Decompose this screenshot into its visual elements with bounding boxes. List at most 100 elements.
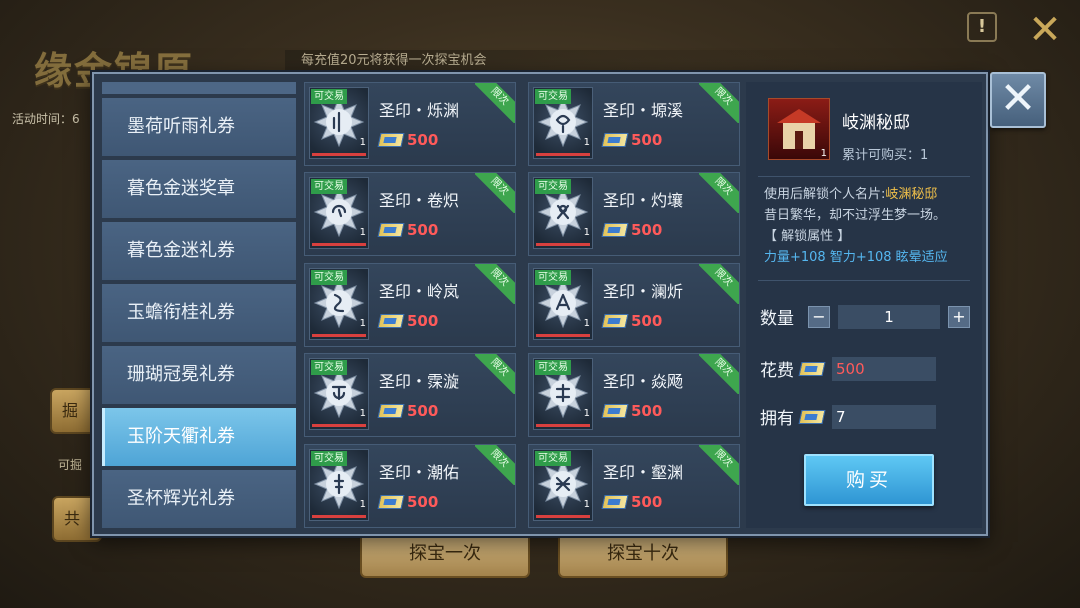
dig-hint: 可掘: [58, 458, 83, 472]
owned-value: 7: [832, 404, 936, 429]
tradable-tag: 可交易: [535, 450, 571, 466]
sidebar-item-0[interactable]: 墨荷听雨礼券: [102, 98, 296, 156]
quantity-value[interactable]: 1: [838, 304, 940, 329]
close-icon[interactable]: ✕: [1022, 10, 1068, 50]
item-price: 500: [377, 311, 439, 330]
price-value: 500: [407, 492, 439, 511]
item-redbar: [536, 243, 590, 247]
item-redbar: [536, 153, 590, 156]
item-name: 圣印・卷炽: [379, 191, 460, 211]
buy-button[interactable]: 购买: [804, 454, 934, 506]
seal-icon: 可交易 1: [533, 448, 593, 521]
limit-tag: 限次: [699, 354, 739, 395]
tradable-tag: 可交易: [311, 89, 347, 104]
limit-tag: 限次: [475, 263, 515, 304]
item-price: 500: [377, 131, 438, 149]
item-price: 500: [377, 402, 438, 420]
ticket-icon: [377, 404, 405, 419]
limit-tag: 限次: [699, 444, 739, 485]
flavor-text: 昔日繁华，却不过浮生梦一场。: [764, 208, 947, 223]
item-card[interactable]: 可交易 1 圣印・灼壤 500 限次: [528, 172, 740, 257]
sidebar-item-1[interactable]: 暮色金迷奖章: [102, 160, 296, 218]
sidebar-item-3[interactable]: 玉蟾衔桂礼券: [102, 284, 296, 342]
divider: [758, 176, 970, 177]
tradable-tag: 可交易: [311, 360, 347, 376]
item-card[interactable]: 可交易 1 圣印・烁渊 500 限次: [304, 82, 516, 166]
quantity-label: 数量: [760, 309, 794, 329]
desc-highlight: 岐渊秘邸: [885, 187, 938, 202]
price-value: 500: [631, 492, 663, 511]
limit-tag: 限次: [475, 354, 515, 395]
seal-icon: 可交易 1: [309, 87, 369, 159]
item-quantity: 1: [359, 498, 366, 510]
item-name: 圣印・烁渊: [379, 101, 460, 120]
ticket-icon: [798, 361, 826, 376]
explore-once-button[interactable]: 探宝一次: [360, 530, 530, 578]
item-card[interactable]: 可交易 1 圣印・澜炘 500 限次: [528, 262, 740, 347]
item-quantity: 1: [583, 408, 590, 420]
price-value: 500: [631, 221, 663, 240]
seal-icon: 可交易 1: [309, 448, 369, 521]
owned-label: 拥有: [760, 409, 794, 429]
ticket-icon: [377, 313, 405, 328]
attr-title: 【 解锁属性 】: [764, 229, 851, 244]
item-redbar: [536, 424, 590, 428]
item-quantity: 1: [359, 227, 366, 239]
sidebar-scroll-sliver: [102, 82, 296, 94]
price-value: 500: [631, 402, 663, 421]
detail-header: 1 岐渊秘邸 累计可购买：1: [746, 82, 982, 168]
ticket-icon: [377, 223, 405, 238]
item-redbar: [312, 514, 366, 518]
quantity-plus-button[interactable]: +: [948, 305, 970, 328]
item-name: 圣印・焱飏: [603, 372, 684, 392]
ticket-icon: [601, 133, 629, 147]
item-name: 圣印・灼壤: [603, 191, 684, 211]
event-time: 活动时间：6: [12, 112, 80, 126]
owned-row: 拥有 7: [760, 404, 936, 429]
sidebar-item-6[interactable]: 圣杯辉光礼券: [102, 470, 296, 528]
ticket-icon: [377, 133, 405, 147]
item-quantity: 1: [583, 498, 590, 510]
ticket-icon: [601, 494, 629, 509]
item-card[interactable]: 可交易 1 圣印・霂漩 500 限次: [304, 353, 516, 438]
item-name: 圣印・澜炘: [603, 281, 684, 301]
shop-dialog: 墨荷听雨礼券 暮色金迷奖章 暮色金迷礼券 玉蟾衔桂礼券 珊瑚冠冕礼券 玉阶天衢礼…: [92, 72, 988, 536]
item-redbar: [312, 153, 366, 156]
price-value: 500: [407, 311, 439, 330]
cost-row: 花费 500: [760, 356, 936, 381]
price-value: 500: [631, 311, 663, 330]
item-price: 500: [601, 492, 663, 511]
limit-ribbon: 限次: [475, 173, 515, 214]
exclamation-icon[interactable]: !: [967, 12, 997, 42]
tradable-tag: 可交易: [535, 269, 571, 285]
seal-icon: 可交易 1: [533, 87, 593, 159]
item-card[interactable]: 可交易 1 圣印・焱飏 500 限次: [528, 353, 740, 438]
ticket-icon: [601, 313, 629, 328]
item-card[interactable]: 可交易 1 圣印・壑渊 500 限次: [528, 443, 740, 528]
explore-ten-button[interactable]: 探宝十次: [558, 530, 728, 578]
item-quantity: 1: [583, 317, 590, 329]
sidebar-item-5[interactable]: 玉阶天衢礼券: [102, 408, 296, 466]
item-card[interactable]: 可交易 1 圣印・潮佑 500 限次: [304, 443, 516, 528]
purchase-limit: 累计可购买：1: [842, 148, 929, 163]
sidebar-item-4[interactable]: 珊瑚冠冕礼券: [102, 346, 296, 404]
limit-ribbon: 限次: [699, 354, 739, 395]
dialog-close-icon[interactable]: ✕: [990, 72, 1046, 128]
cost-value: 500: [832, 356, 936, 381]
item-card[interactable]: 可交易 1 圣印・岭岚 500 限次: [304, 262, 516, 347]
limit-tag: 限次: [699, 83, 739, 123]
sidebar-item-2[interactable]: 暮色金迷礼券: [102, 222, 296, 280]
limit-tag: 限次: [475, 173, 515, 214]
item-card[interactable]: 可交易 1 圣印・塬溪 500 限次: [528, 82, 740, 166]
limit-ribbon: 限次: [475, 83, 515, 123]
detail-panel: 1 岐渊秘邸 累计可购买：1 使用后解锁个人名片:岐渊秘邸 昔日繁华，却不过浮生…: [746, 82, 982, 528]
quantity-minus-button[interactable]: −: [808, 305, 830, 328]
item-price: 500: [601, 131, 662, 149]
seal-icon: 可交易 1: [309, 267, 369, 340]
divider: [758, 280, 970, 281]
item-redbar: [312, 424, 366, 428]
item-quantity: 1: [583, 227, 590, 239]
limit-tag: 限次: [699, 263, 739, 304]
item-card[interactable]: 可交易 1 圣印・卷炽 500 限次: [304, 172, 516, 257]
thumb-quantity: 1: [820, 148, 827, 159]
